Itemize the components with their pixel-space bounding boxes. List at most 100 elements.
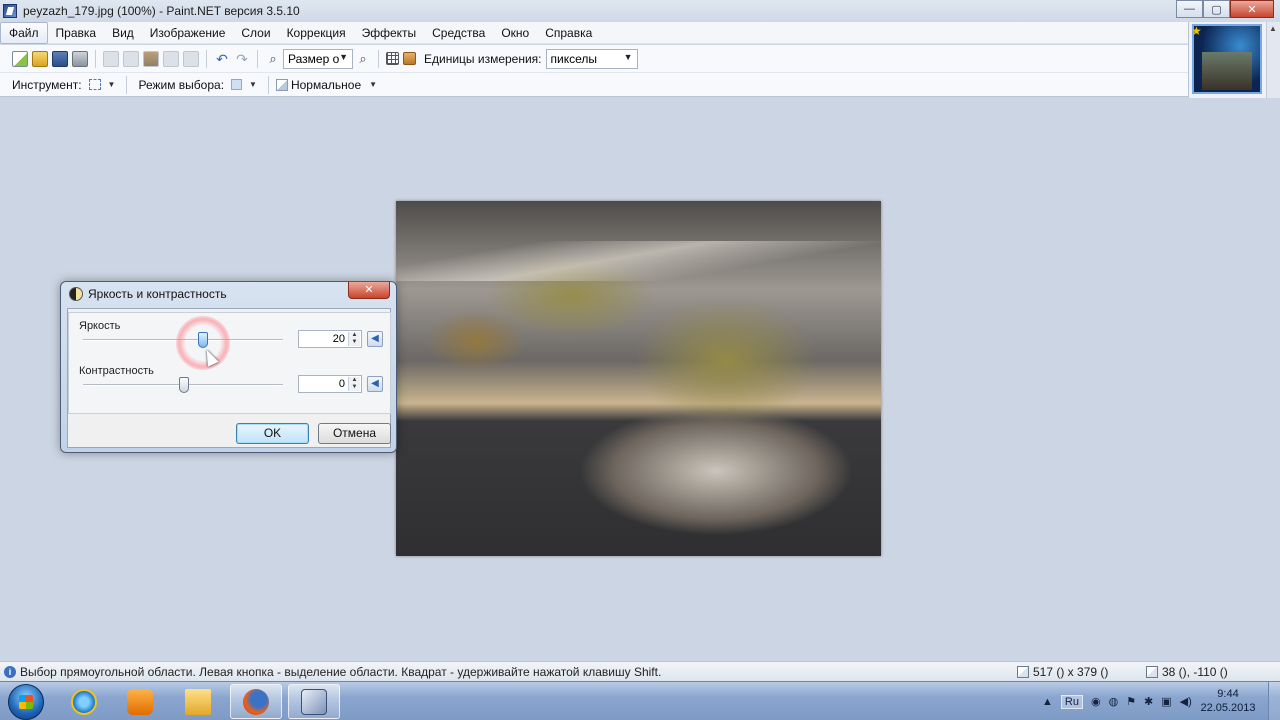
menu-edit[interactable]: Правка — [48, 23, 105, 43]
menu-file[interactable]: Файл — [0, 21, 48, 44]
selection-mode-icon[interactable] — [231, 79, 243, 90]
contrast-spinner[interactable]: ▲ ▼ — [348, 377, 360, 391]
image-size-value: 517 () x 379 () — [1033, 665, 1109, 679]
taskbar-internet-explorer[interactable] — [58, 684, 110, 719]
tray-security-icon[interactable]: ◍ — [1109, 695, 1119, 708]
open-icon[interactable] — [32, 50, 48, 67]
menu-view[interactable]: Вид — [104, 23, 142, 43]
brightness-input[interactable]: 20 ▲ ▼ — [298, 330, 362, 348]
tray-app-icon[interactable]: ◉ — [1091, 695, 1101, 708]
toolbar-separator — [206, 49, 207, 68]
paintnet-icon — [301, 688, 327, 715]
status-message: Выбор прямоугольной области. Левая кнопк… — [20, 664, 662, 679]
menu-image[interactable]: Изображение — [142, 23, 234, 43]
units-dropdown[interactable]: пикселы ▼ — [545, 48, 638, 69]
system-clock[interactable]: 9:44 22.05.2013 — [1196, 687, 1260, 715]
ok-button[interactable]: OK — [236, 423, 309, 444]
zoom-in-icon[interactable]: ⌕ — [355, 51, 371, 67]
system-tray: ▲ Ru ◉ ◍ ⚑ ✱ ▣ ◀) — [1038, 682, 1196, 720]
tool-label: Инструмент: — [12, 77, 82, 92]
cursor-position-value: 38 (), -110 () — [1162, 665, 1228, 679]
chevron-down-icon: ▼ — [339, 51, 348, 62]
cut-icon[interactable] — [103, 50, 119, 67]
taskbar-paintnet[interactable] — [288, 684, 340, 719]
grid-icon[interactable] — [386, 52, 399, 65]
dialog-title: Яркость и контрастность — [88, 287, 227, 301]
contrast-value: 0 — [338, 378, 345, 390]
image-content — [396, 241, 881, 281]
menu-adjustments[interactable]: Коррекция — [279, 23, 354, 43]
deselect-icon[interactable] — [183, 50, 199, 67]
zoom-out-icon[interactable]: ⌕ — [265, 51, 281, 67]
thumbnail-scrollbar[interactable]: ▲ — [1266, 22, 1280, 98]
dialog-title-bar: Яркость и контрастность — [69, 287, 227, 301]
show-desktop-button[interactable] — [1268, 682, 1280, 720]
language-indicator[interactable]: Ru — [1060, 694, 1083, 709]
chevron-down-icon[interactable]: ▼ — [108, 80, 116, 89]
status-bar: i Выбор прямоугольной области. Левая кно… — [0, 661, 1280, 681]
tray-expand-icon[interactable]: ▲ — [1042, 696, 1053, 708]
main-toolbar: ↶ ↷ ⌕ Размер о ▼ ⌕ Единицы измерения: пи… — [0, 45, 1188, 73]
menu-utilities[interactable]: Средства — [424, 23, 493, 43]
clock-date: 22.05.2013 — [1200, 702, 1256, 714]
dialog-close-button[interactable]: ✕ — [348, 282, 390, 299]
maximize-button[interactable]: ▢ — [1203, 0, 1230, 18]
brightness-slider-thumb[interactable] — [198, 332, 208, 348]
volume-icon[interactable]: ◀) — [1180, 695, 1192, 708]
brightness-reset-button[interactable]: ◀ — [367, 331, 383, 347]
windows-taskbar: ▲ Ru ◉ ◍ ⚑ ✱ ▣ ◀) 9:44 22.05.2013 — [0, 681, 1280, 720]
brightness-spinner[interactable]: ▲ ▼ — [348, 332, 360, 346]
brightness-contrast-dialog: Яркость и контрастность ✕ Яркость 20 ▲ ▼ … — [60, 281, 397, 453]
flag-icon[interactable]: ⚑ — [1126, 695, 1136, 708]
blend-mode-value[interactable]: Нормальное — [291, 78, 361, 92]
chevron-down-icon[interactable]: ▼ — [369, 80, 377, 89]
toolbar-separator — [378, 49, 379, 68]
cursor-position-readout: 38 (), -110 () — [1146, 665, 1228, 679]
folder-icon — [185, 688, 211, 715]
contrast-reset-button[interactable]: ◀ — [367, 376, 383, 392]
chevron-up-icon[interactable]: ▲ — [1269, 24, 1277, 33]
brightness-label: Яркость — [79, 320, 121, 332]
chevron-down-icon: ▼ — [623, 51, 633, 62]
taskbar-media-player[interactable] — [114, 684, 166, 719]
tray-antivirus-icon[interactable]: ✱ — [1144, 695, 1153, 708]
slider-group: Яркость 20 ▲ ▼ ◀ Контрастность 0 ▲ ▼ ◀ — [68, 312, 391, 414]
menu-effects[interactable]: Эффекты — [354, 23, 425, 43]
contrast-input[interactable]: 0 ▲ ▼ — [298, 375, 362, 393]
ruler-icon[interactable] — [403, 52, 416, 65]
dialog-body: Яркость 20 ▲ ▼ ◀ Контрастность 0 ▲ ▼ ◀ OK … — [67, 308, 391, 448]
copy-icon[interactable] — [123, 50, 139, 67]
toolbar-separator — [257, 49, 258, 68]
start-button[interactable] — [8, 684, 44, 720]
paintnet-app-icon[interactable] — [3, 4, 17, 18]
rectangle-select-icon[interactable] — [88, 79, 101, 90]
new-icon[interactable] — [12, 50, 28, 67]
menu-window[interactable]: Окно — [493, 23, 537, 43]
toolbar-separator — [267, 75, 269, 94]
menu-help[interactable]: Справка — [537, 23, 600, 43]
taskbar-explorer[interactable] — [172, 684, 224, 719]
print-icon[interactable] — [72, 50, 88, 67]
image-canvas[interactable] — [396, 201, 881, 556]
redo-icon[interactable]: ↷ — [234, 51, 250, 67]
undo-icon[interactable]: ↶ — [214, 51, 230, 67]
crop-icon[interactable] — [163, 50, 179, 67]
image-thumbnail[interactable] — [1192, 24, 1262, 94]
image-size-readout: 517 () x 379 () — [1017, 665, 1108, 679]
network-icon[interactable]: ▣ — [1161, 695, 1171, 708]
menu-layers[interactable]: Слои — [233, 23, 278, 43]
toolbar-separator — [126, 75, 128, 94]
minimize-button[interactable]: — — [1176, 0, 1203, 18]
title-bar: peyzazh_179.jpg (100%) - Paint.NET верси… — [0, 0, 1280, 22]
cancel-button[interactable]: Отмена — [318, 423, 391, 444]
save-icon[interactable] — [52, 50, 68, 67]
cursor-position-icon — [1146, 666, 1158, 678]
zoom-dropdown[interactable]: Размер о ▼ — [283, 48, 353, 69]
taskbar-firefox[interactable] — [230, 684, 282, 719]
clock-time: 9:44 — [1217, 688, 1239, 700]
close-button[interactable]: ✕ — [1230, 0, 1274, 18]
info-icon: i — [4, 665, 16, 678]
chevron-down-icon[interactable]: ▼ — [249, 80, 257, 89]
paste-icon[interactable] — [143, 50, 159, 67]
contrast-slider-thumb[interactable] — [179, 377, 189, 393]
